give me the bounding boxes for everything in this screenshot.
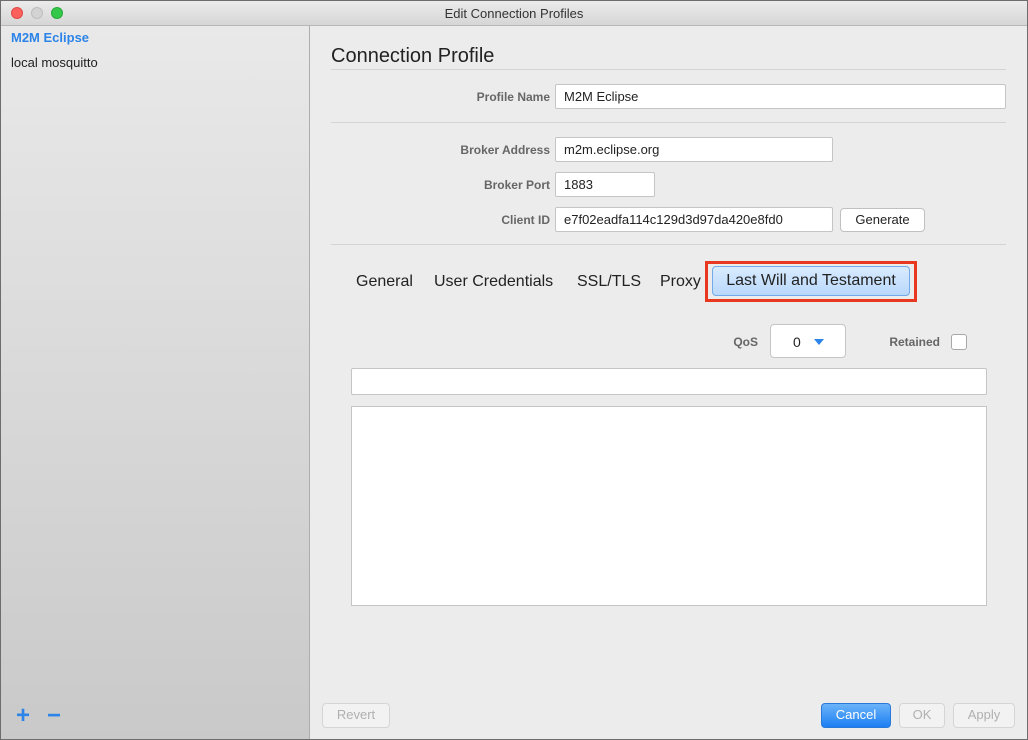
lwt-message-textarea[interactable]: [351, 406, 987, 606]
sidebar-item-local-mosquitto[interactable]: local mosquitto: [11, 55, 98, 70]
broker-port-field[interactable]: 1883: [555, 172, 655, 197]
generate-button[interactable]: Generate: [840, 208, 925, 232]
edit-connection-profiles-window: Edit Connection Profiles M2M Eclipse loc…: [0, 0, 1028, 740]
lwt-topic-field[interactable]: [351, 368, 987, 395]
divider: [331, 244, 1006, 245]
tab-ssl-tls[interactable]: SSL/TLS: [577, 273, 641, 291]
add-profile-icon[interactable]: +: [16, 704, 30, 728]
qos-label: QoS: [733, 335, 758, 349]
revert-button[interactable]: Revert: [322, 703, 390, 728]
page-title: Connection Profile: [331, 45, 495, 67]
broker-port-label: Broker Port: [483, 178, 550, 192]
tab-general[interactable]: General: [356, 273, 413, 291]
profiles-sidebar: M2M Eclipse local mosquitto + −: [1, 26, 310, 739]
divider: [331, 69, 1006, 70]
ok-button[interactable]: OK: [899, 703, 945, 728]
profile-editor: Connection Profile Profile Name M2M Ecli…: [310, 26, 1027, 739]
sidebar-item-m2m-eclipse[interactable]: M2M Eclipse: [11, 30, 89, 45]
highlight-box: [705, 261, 917, 302]
retained-checkbox[interactable]: [951, 334, 967, 350]
chevron-down-icon: [814, 339, 824, 345]
profile-name-label: Profile Name: [476, 90, 550, 104]
tab-user-credentials[interactable]: User Credentials: [434, 273, 553, 291]
retained-label: Retained: [889, 335, 940, 349]
remove-profile-icon[interactable]: −: [47, 704, 61, 728]
profile-name-field[interactable]: M2M Eclipse: [555, 84, 1006, 109]
qos-value: 0: [793, 334, 801, 350]
cancel-button[interactable]: Cancel: [821, 703, 891, 728]
broker-address-label: Broker Address: [460, 143, 550, 157]
divider: [331, 122, 1006, 123]
apply-button[interactable]: Apply: [953, 703, 1015, 728]
client-id-field[interactable]: e7f02eadfa114c129d3d97da420e8fd0: [555, 207, 833, 232]
tab-proxy[interactable]: Proxy: [660, 273, 701, 291]
qos-select[interactable]: 0: [770, 324, 846, 358]
broker-address-field[interactable]: m2m.eclipse.org: [555, 137, 833, 162]
window-title: Edit Connection Profiles: [444, 6, 584, 21]
title-bar: Edit Connection Profiles: [1, 1, 1027, 26]
client-id-label: Client ID: [501, 213, 550, 227]
